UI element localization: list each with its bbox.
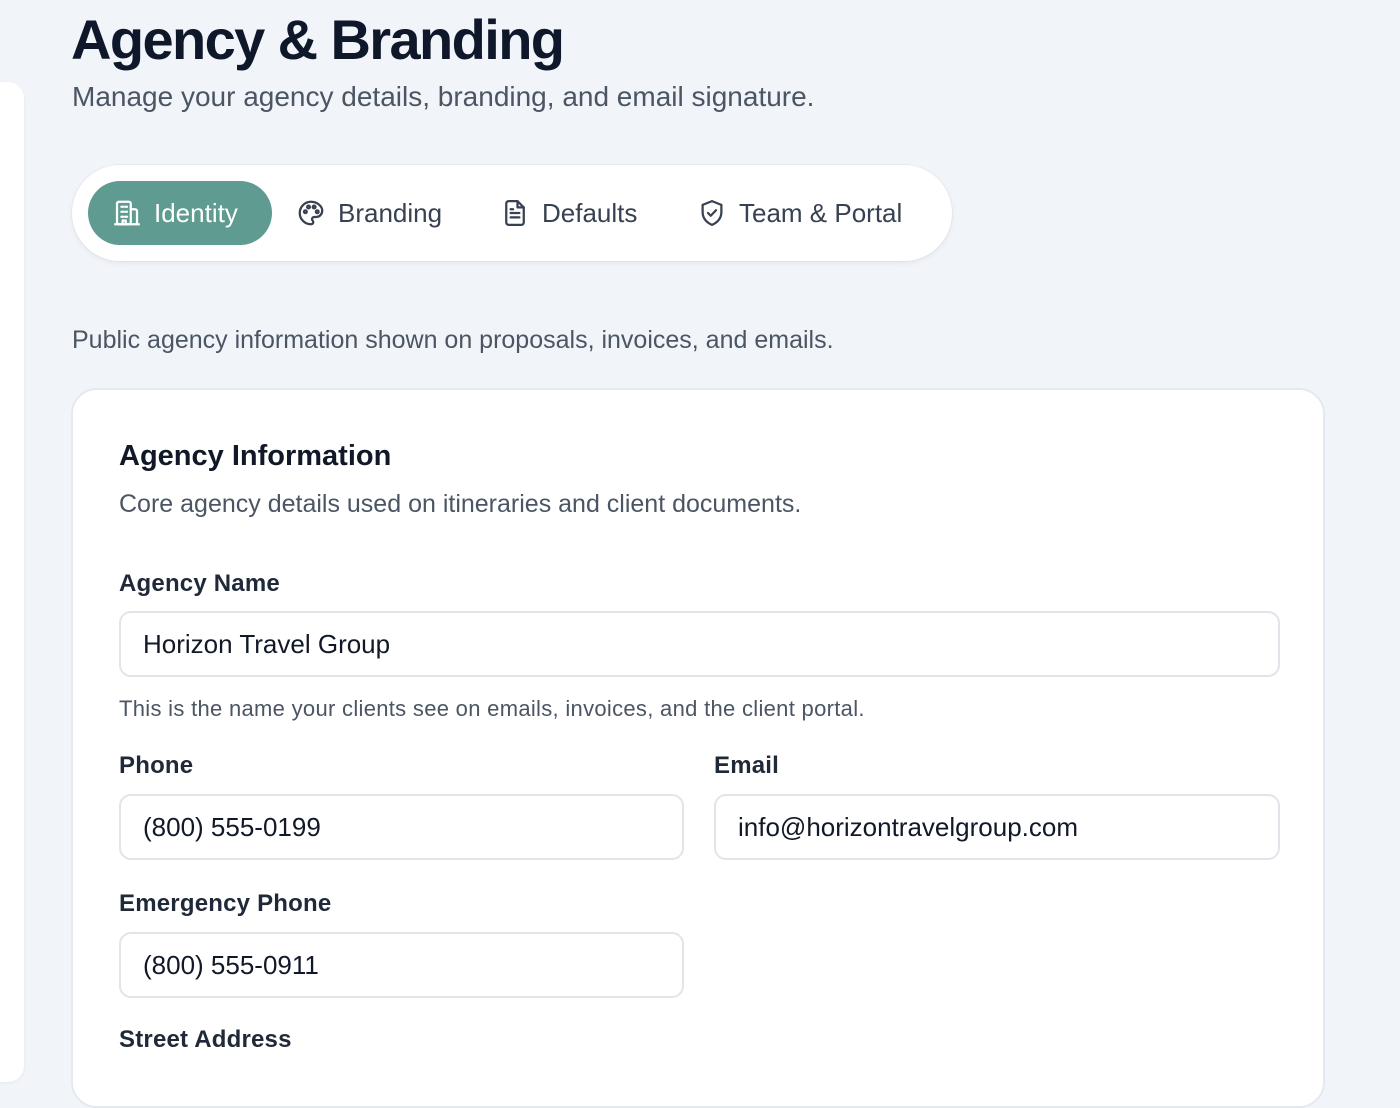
tab-identity[interactable]: Identity — [88, 181, 272, 245]
building-icon — [112, 198, 142, 228]
phone-label: Phone — [119, 752, 194, 779]
agency-name-help-text: This is the name your clients see on ema… — [119, 696, 865, 721]
section-description: Public agency information shown on propo… — [72, 326, 834, 354]
email-input[interactable]: info@horizontravelgroup.com — [714, 794, 1280, 860]
tab-label: Identity — [154, 197, 238, 228]
document-icon — [500, 198, 530, 228]
card-title: Agency Information — [119, 440, 392, 472]
emergency-phone-input[interactable]: (800) 555-0911 — [119, 932, 684, 998]
agency-name-input[interactable]: Horizon Travel Group — [119, 611, 1280, 677]
tab-defaults[interactable]: Defaults — [500, 181, 637, 245]
tab-bar: Identity Branding Defaults Team & Portal — [72, 165, 952, 261]
tab-label: Branding — [338, 197, 443, 228]
tab-label: Defaults — [542, 197, 638, 228]
street-address-label: Street Address — [119, 1026, 292, 1053]
agency-name-label: Agency Name — [119, 570, 280, 597]
page-subtitle: Manage your agency details, branding, an… — [72, 81, 815, 112]
tab-team-portal[interactable]: Team & Portal — [697, 181, 902, 245]
agency-information-card: Agency Information Core agency details u… — [71, 388, 1325, 1108]
emergency-phone-label: Emergency Phone — [119, 890, 332, 917]
shield-check-icon — [697, 198, 727, 228]
palette-icon — [296, 198, 326, 228]
email-label: Email — [714, 752, 780, 779]
side-panel — [0, 82, 24, 1082]
tab-label: Team & Portal — [739, 197, 903, 228]
phone-input[interactable]: (800) 555-0199 — [119, 794, 684, 860]
page-title: Agency & Branding — [71, 8, 565, 71]
card-description: Core agency details used on itineraries … — [119, 490, 802, 518]
tab-branding[interactable]: Branding — [296, 181, 442, 245]
